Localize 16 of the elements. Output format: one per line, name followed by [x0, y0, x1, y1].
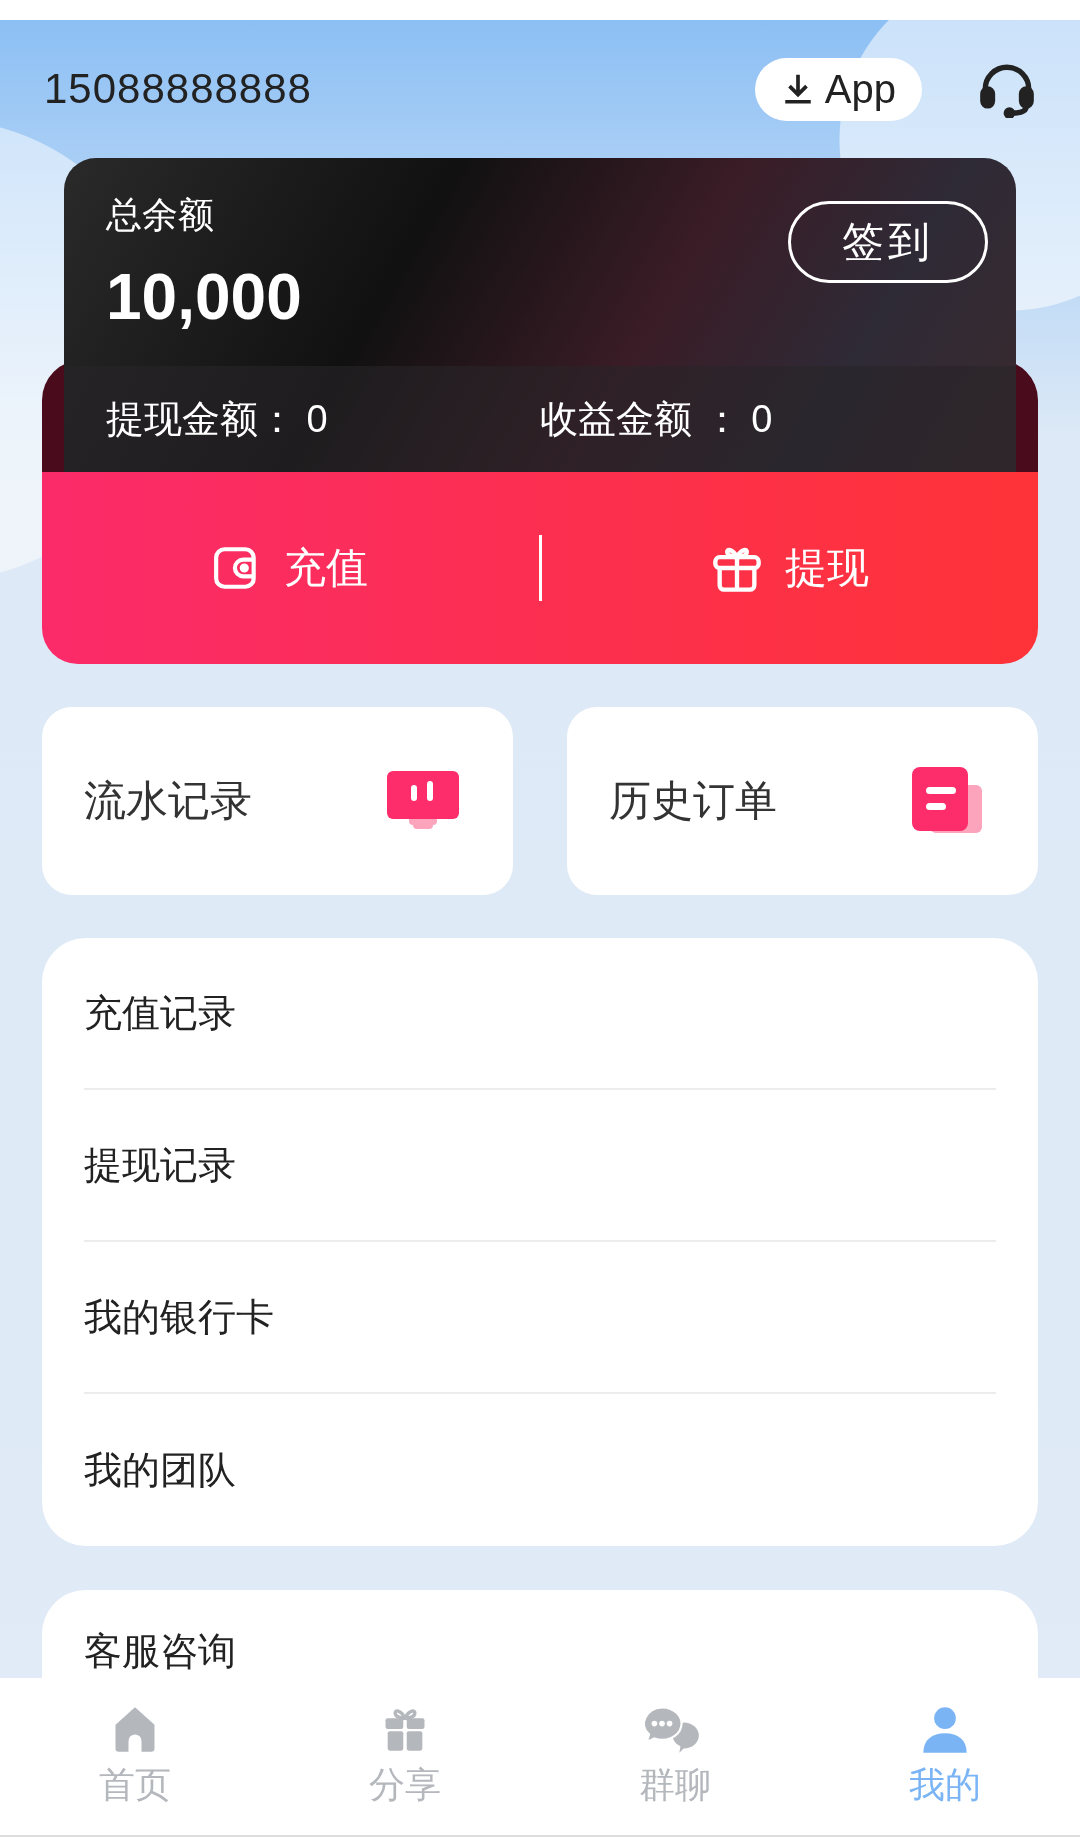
stat-text: 提现金额： 0: [106, 396, 329, 442]
shortcut-card[interactable]: 历史订单: [567, 707, 1038, 895]
action-button[interactable]: 充值: [42, 539, 539, 597]
balance-title: 总余额: [106, 192, 215, 237]
menu-item[interactable]: 充值记录: [84, 938, 996, 1090]
menu-item[interactable]: 我的银行卡: [84, 1242, 996, 1394]
action-button[interactable]: 提现: [541, 539, 1038, 597]
menu-item[interactable]: 提现记录: [84, 1090, 996, 1242]
menu-item[interactable]: 我的团队: [84, 1394, 996, 1546]
app-download-button[interactable]: App: [754, 57, 922, 121]
phone-number: 15088888888: [44, 65, 313, 113]
checkin-button[interactable]: 签到: [788, 201, 988, 283]
balance-amount: 10,000: [106, 259, 303, 334]
shortcut-card[interactable]: 流水记录: [42, 707, 513, 895]
menu-item[interactable]: 客服咨询: [84, 1626, 236, 1677]
stat-text: 收益金额 ： 0: [540, 396, 774, 442]
